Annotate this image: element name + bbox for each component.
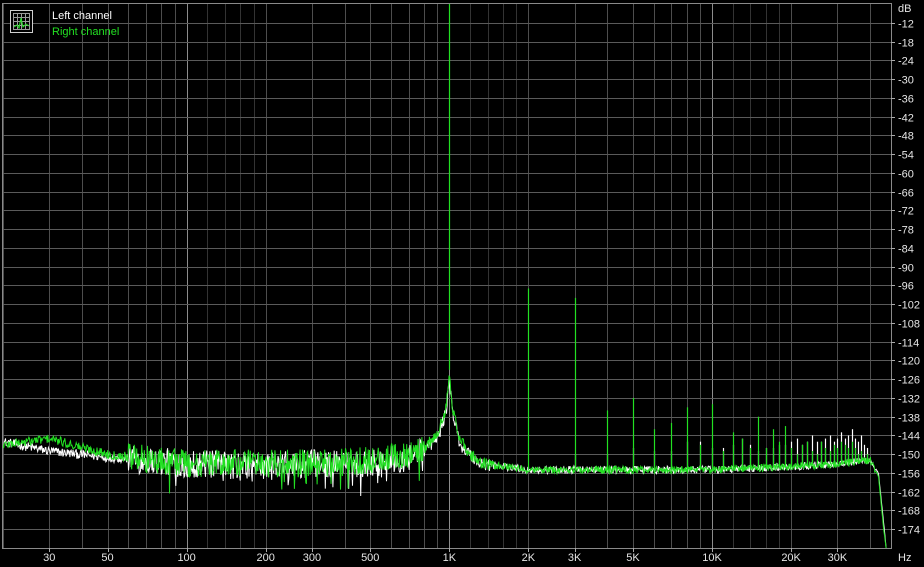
y-tick-label: -54: [898, 150, 914, 162]
x-tick-label: 10K: [702, 552, 722, 564]
y-tick-label: -174: [898, 525, 920, 537]
x-tick-label: 1K: [443, 552, 457, 564]
y-tick-label: -72: [898, 206, 914, 218]
y-tick-label: -138: [898, 413, 920, 425]
y-tick-label: -90: [898, 263, 914, 275]
x-tick-label: 2K: [522, 552, 536, 564]
legend-item-left-channel: Left channel: [52, 10, 112, 22]
y-tick-label: -78: [898, 225, 914, 237]
y-tick-label: -162: [898, 488, 920, 500]
x-unit-label: Hz: [898, 552, 911, 564]
y-tick-label: -108: [898, 319, 920, 331]
plot-background: [0, 0, 924, 567]
x-tick-label: 5K: [626, 552, 640, 564]
x-tick-label: 3K: [568, 552, 582, 564]
y-tick-label: -84: [898, 244, 914, 256]
y-tick-label: -60: [898, 169, 914, 181]
x-tick-label: 20K: [781, 552, 801, 564]
legend-grid-icon: [10, 10, 33, 33]
x-tick-label: 200: [257, 552, 275, 564]
spectrum-chart: -12 -18 -24 -30 -36 -42 -48 -54 -60 -66 -72 -78 -84 -…: [0, 0, 924, 567]
y-tick-label: -48: [898, 131, 914, 143]
x-tick-label: 100: [177, 552, 195, 564]
y-tick-label: -18: [898, 38, 914, 50]
x-tick-label: 30: [43, 552, 55, 564]
y-tick-label: -96: [898, 281, 914, 293]
x-tick-label: 30K: [828, 552, 848, 564]
y-tick-label: -144: [898, 431, 920, 443]
legend-item-right-channel: Right channel: [52, 26, 119, 38]
y-tick-label: -66: [898, 188, 914, 200]
x-tick-label: 500: [361, 552, 379, 564]
y-tick-label: -120: [898, 356, 920, 368]
y-tick-label: -156: [898, 469, 920, 481]
x-tick-label: 50: [101, 552, 113, 564]
y-tick-label: -24: [898, 56, 914, 68]
y-tick-label: -126: [898, 375, 920, 387]
y-tick-label: -36: [898, 94, 914, 106]
y-tick-label: -12: [898, 19, 914, 31]
y-unit-label: dB: [898, 3, 911, 15]
x-tick-label: 300: [303, 552, 321, 564]
y-tick-label: -132: [898, 394, 920, 406]
y-tick-label: -114: [898, 338, 919, 350]
y-tick-label: -102: [898, 300, 920, 312]
y-tick-label: -168: [898, 506, 920, 518]
y-tick-label: -150: [898, 450, 920, 462]
y-tick-label: -42: [898, 113, 914, 125]
y-tick-label: -30: [898, 75, 914, 87]
